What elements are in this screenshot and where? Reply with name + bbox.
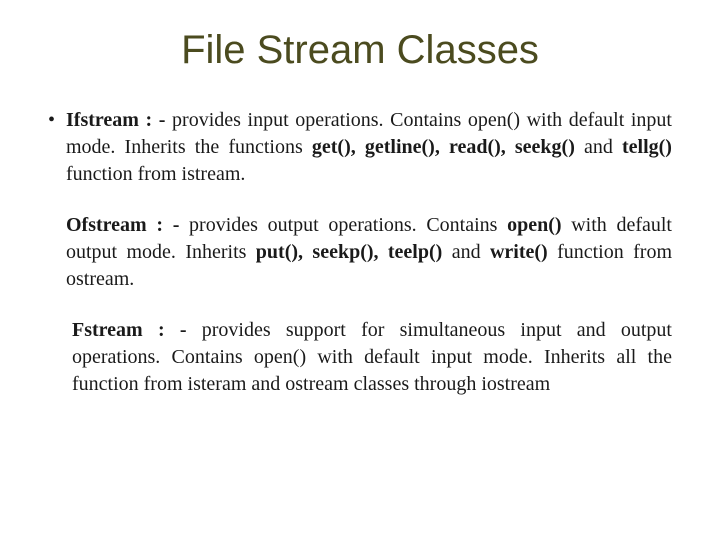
item-text: and <box>442 241 490 263</box>
item-funcs: tellg() <box>622 136 672 158</box>
page-title: File Stream Classes <box>48 28 672 73</box>
item-funcs: open() <box>507 214 561 236</box>
item-sep: : - <box>139 109 172 131</box>
item-sep: : - <box>143 319 202 341</box>
item-text: provides output operations. Contains <box>189 214 507 236</box>
list-item: Ifstream : - provides input operations. … <box>48 107 672 188</box>
list-item: Ofstream : - provides output operations.… <box>48 212 672 293</box>
item-funcs: write() <box>490 241 548 263</box>
item-text: and <box>575 136 622 158</box>
item-name: Ofstream <box>66 214 147 236</box>
item-name: Ifstream <box>66 109 139 131</box>
item-funcs: put(), seekp(), teelp() <box>256 241 443 263</box>
item-name: Fstream <box>72 319 143 341</box>
slide: File Stream Classes Ifstream : - provide… <box>0 0 720 540</box>
item-funcs: get(), getline(), read(), seekg() <box>312 136 575 158</box>
body-list: Ifstream : - provides input operations. … <box>48 107 672 398</box>
item-sep: : - <box>147 214 189 236</box>
item-text: function from istream. <box>66 163 245 185</box>
list-item: Fstream : - provides support for simulta… <box>48 317 672 398</box>
